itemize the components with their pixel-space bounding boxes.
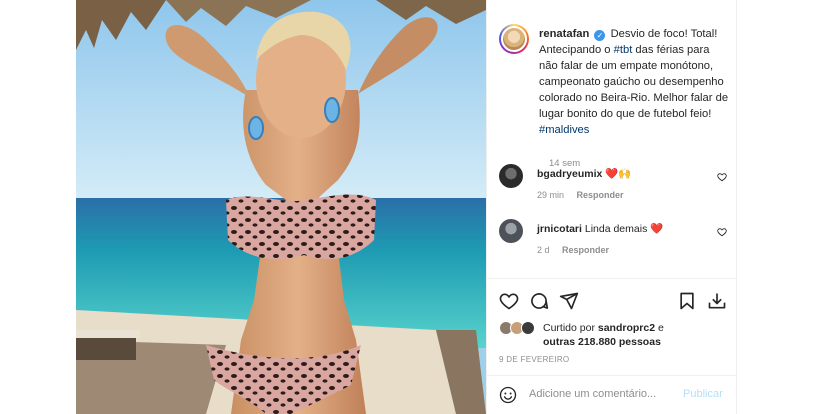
bookmark-icon[interactable]: [677, 291, 697, 311]
publish-button[interactable]: Publicar: [683, 388, 723, 400]
commenter-avatar[interactable]: [499, 164, 523, 188]
comment-time: 2 d: [537, 245, 550, 255]
like-comment-heart-icon[interactable]: [717, 227, 727, 237]
comment-input[interactable]: [529, 388, 669, 400]
post-actions-section: Curtido por sandroprc2 e outras 218.880 …: [487, 278, 737, 414]
caption-text: renatafan ✓ Desvio de foco! Total! Antec…: [539, 26, 731, 138]
comments-scroll-fade: [487, 262, 737, 278]
hashtag-maldives-link[interactable]: #maldives: [539, 124, 589, 136]
smile-icon[interactable]: [499, 386, 517, 404]
download-icon[interactable]: [707, 291, 727, 311]
author-username[interactable]: renatafan: [539, 28, 589, 40]
instagram-post-page: renatafan ✓ Desvio de foco! Total! Antec…: [0, 0, 828, 414]
left-gutter: [0, 0, 76, 414]
liker-avatar: [521, 321, 535, 335]
likes-user-link[interactable]: sandroprc2: [598, 322, 655, 334]
comment-meta: 29 min Responder: [537, 190, 624, 200]
photo-illustration: [76, 0, 486, 414]
likes-prefix: Curtido por: [543, 322, 598, 334]
reply-button[interactable]: Responder: [562, 245, 609, 255]
heart-icon[interactable]: [499, 291, 519, 311]
add-comment-bar: Publicar: [487, 375, 737, 414]
comment-time: 29 min: [537, 190, 565, 200]
comment-icon[interactable]: [529, 291, 549, 311]
likes-suffix: e: [655, 322, 664, 334]
share-icon[interactable]: [559, 291, 579, 311]
author-avatar[interactable]: [499, 24, 529, 54]
like-comment-heart-icon[interactable]: [717, 172, 727, 182]
comment-text: ❤️🙌: [605, 168, 632, 180]
commenter-avatar[interactable]: [499, 219, 523, 243]
comment-meta: 2 d Responder: [537, 245, 609, 255]
post-photo[interactable]: [76, 0, 486, 414]
post-side-panel: renatafan ✓ Desvio de foco! Total! Antec…: [486, 0, 737, 414]
comment-text: Linda demais ❤️: [584, 223, 664, 235]
reply-button[interactable]: Responder: [577, 190, 624, 200]
likes-text: Curtido por sandroprc2 e outras 218.880 …: [543, 321, 729, 349]
comment-username[interactable]: jrnicotari: [537, 223, 582, 235]
comment-body: jrnicotari Linda demais ❤️: [537, 222, 707, 235]
liker-avatars: [499, 321, 543, 337]
comment-username[interactable]: bgadryeumix: [537, 168, 602, 180]
verified-icon: ✓: [594, 30, 606, 41]
likes-others-link[interactable]: outras 218.880 pessoas: [543, 336, 661, 348]
post-date[interactable]: 9 DE FEVEREIRO: [499, 355, 569, 364]
comment-body: bgadryeumix ❤️🙌: [537, 167, 707, 180]
hashtag-tbt-link[interactable]: #tbt: [614, 44, 633, 56]
right-gutter: [736, 0, 828, 414]
